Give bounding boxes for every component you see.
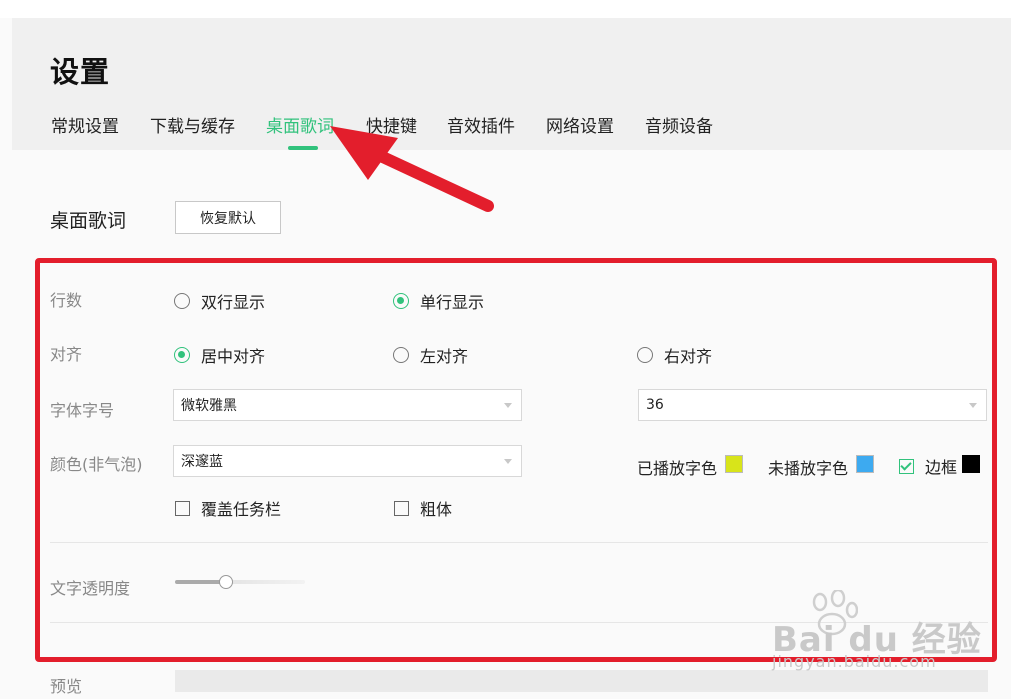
- reset-default-button[interactable]: 恢复默认: [175, 201, 281, 234]
- radio-selected-icon: [174, 347, 190, 363]
- radio-label: 双行显示: [201, 293, 266, 312]
- font-size-select[interactable]: 36: [638, 389, 987, 421]
- page-title: 设置: [50, 55, 111, 89]
- checkbox-icon: [175, 500, 190, 516]
- chevron-down-icon: [504, 403, 512, 408]
- unplayed-color-label: 未播放字色: [768, 459, 849, 478]
- tab-download-cache[interactable]: 下载与缓存: [150, 112, 235, 137]
- watermark-url: jingyan.baidu.com: [772, 652, 937, 671]
- chevron-down-icon: [969, 403, 977, 408]
- color-scheme-select[interactable]: 深邃蓝: [173, 445, 522, 477]
- radio-double-line[interactable]: 双行显示: [174, 289, 265, 313]
- align-label: 对齐: [50, 345, 83, 364]
- radio-selected-icon: [393, 293, 409, 309]
- radio-label: 单行显示: [420, 293, 485, 312]
- radio-align-left[interactable]: 左对齐: [393, 343, 468, 367]
- tab-network[interactable]: 网络设置: [546, 112, 614, 137]
- bold-label: 粗体: [420, 500, 453, 519]
- preview-label: 预览: [50, 677, 83, 696]
- radio-label: 右对齐: [664, 347, 713, 366]
- opacity-slider-track[interactable]: [175, 580, 305, 584]
- opacity-slider-handle[interactable]: [219, 575, 233, 589]
- font-family-select[interactable]: 微软雅黑: [173, 389, 522, 421]
- tab-general[interactable]: 常规设置: [51, 112, 119, 137]
- played-color-swatch[interactable]: [725, 455, 743, 473]
- font-family-value: 微软雅黑: [181, 398, 237, 414]
- color-label: 颜色(非气泡): [50, 455, 143, 474]
- annotation-arrow: [330, 126, 494, 212]
- checkbox-icon: [394, 500, 409, 516]
- preview-area: [175, 670, 988, 692]
- opacity-label: 文字透明度: [50, 579, 131, 598]
- radio-circle-icon: [174, 293, 190, 309]
- radio-circle-icon: [393, 347, 409, 363]
- cover-taskbar-checkbox[interactable]: 覆盖任务栏: [175, 496, 281, 520]
- cover-taskbar-label: 覆盖任务栏: [201, 500, 282, 519]
- divider: [50, 542, 988, 543]
- top-strip: [0, 0, 1011, 18]
- radio-single-line[interactable]: 单行显示: [393, 289, 484, 313]
- unplayed-color-swatch[interactable]: [856, 455, 874, 473]
- chevron-down-icon: [504, 459, 512, 464]
- color-scheme-value: 深邃蓝: [181, 454, 223, 470]
- section-title: 桌面歌词: [50, 210, 127, 232]
- bold-checkbox[interactable]: 粗体: [394, 496, 452, 520]
- tab-audio-device[interactable]: 音频设备: [645, 112, 713, 137]
- active-tab-indicator: [288, 146, 318, 150]
- radio-label: 左对齐: [420, 347, 469, 366]
- border-checkbox[interactable]: 边框: [899, 454, 957, 478]
- radio-align-center[interactable]: 居中对齐: [174, 343, 265, 367]
- lines-label: 行数: [50, 291, 83, 310]
- radio-align-right[interactable]: 右对齐: [637, 343, 712, 367]
- font-size-value: 36: [646, 397, 664, 413]
- radio-circle-icon: [637, 347, 653, 363]
- played-color-label: 已播放字色: [637, 459, 718, 478]
- border-label: 边框: [925, 458, 958, 477]
- border-color-swatch[interactable]: [962, 455, 980, 473]
- checkbox-checked-icon: [899, 458, 914, 474]
- font-label: 字体字号: [50, 401, 115, 420]
- radio-label: 居中对齐: [201, 347, 266, 366]
